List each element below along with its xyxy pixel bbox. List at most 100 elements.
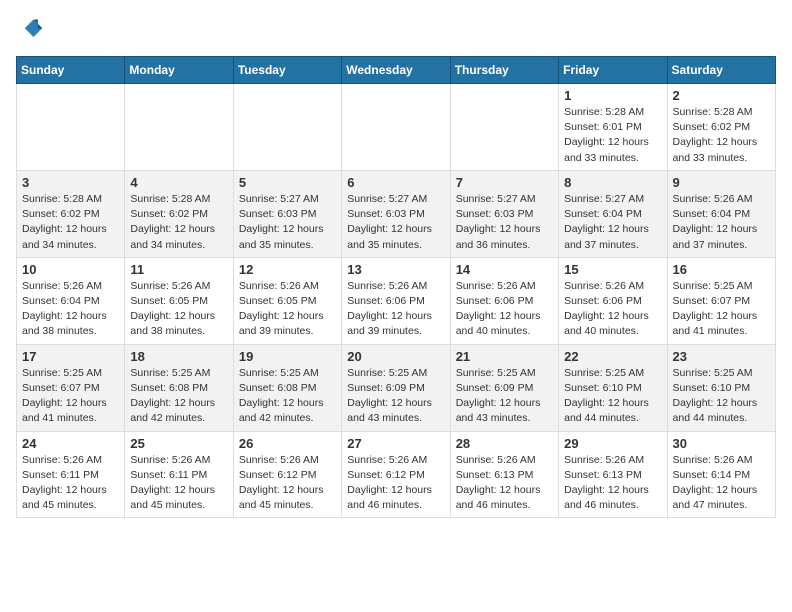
day-info: Sunrise: 5:26 AMSunset: 6:12 PMDaylight:… [239,453,336,514]
calendar-cell: 12 Sunrise: 5:26 AMSunset: 6:05 PMDayligh… [233,257,341,344]
day-info: Sunrise: 5:28 AMSunset: 6:01 PMDaylight:… [564,105,661,166]
calendar-cell: 24 Sunrise: 5:26 AMSunset: 6:11 PMDayligh… [17,431,125,518]
calendar-cell: 17Sunrise: 5:25 AMSunset: 6:07 PMDayligh… [17,344,125,431]
day-number: 28 [456,436,553,451]
day-number: 22 [564,349,661,364]
day-number: 21 [456,349,553,364]
day-info: Sunrise: 5:26 AMSunset: 6:13 PMDaylight:… [564,453,661,514]
day-info: Sunrise: 5:26 AMSunset: 6:05 PMDaylight:… [130,279,227,340]
calendar-cell: 23 Sunrise: 5:25 AMSunset: 6:10 PMDayligh… [667,344,775,431]
calendar-cell: 9 Sunrise: 5:26 AMSunset: 6:04 PMDaylight… [667,170,775,257]
day-info: Sunrise: 5:28 AMSunset: 6:02 PMDaylight:… [673,105,770,166]
weekday-header-tuesday: Tuesday [233,57,341,84]
day-info: Sunrise: 5:26 AMSunset: 6:13 PMDaylight:… [456,453,553,514]
calendar-cell: 21 Sunrise: 5:25 AMSunset: 6:09 PMDayligh… [450,344,558,431]
day-number: 18 [130,349,227,364]
day-number: 3 [22,175,119,190]
day-number: 11 [130,262,227,277]
day-info: Sunrise: 5:27 AMSunset: 6:04 PMDaylight:… [564,192,661,253]
day-number: 29 [564,436,661,451]
page-header [16,16,776,44]
day-number: 30 [673,436,770,451]
day-number: 19 [239,349,336,364]
day-number: 16 [673,262,770,277]
day-info: Sunrise: 5:26 AMSunset: 6:11 PMDaylight:… [22,453,119,514]
weekday-header-thursday: Thursday [450,57,558,84]
calendar-cell: 29 Sunrise: 5:26 AMSunset: 6:13 PMDayligh… [559,431,667,518]
calendar-cell [450,84,558,171]
day-number: 27 [347,436,444,451]
calendar-cell: 1 Sunrise: 5:28 AMSunset: 6:01 PMDaylight… [559,84,667,171]
day-info: Sunrise: 5:25 AMSunset: 6:08 PMDaylight:… [130,366,227,427]
week-row-5: 24 Sunrise: 5:26 AMSunset: 6:11 PMDayligh… [17,431,776,518]
week-row-4: 17Sunrise: 5:25 AMSunset: 6:07 PMDayligh… [17,344,776,431]
day-number: 6 [347,175,444,190]
weekday-header-monday: Monday [125,57,233,84]
calendar: SundayMondayTuesdayWednesdayThursdayFrid… [16,56,776,518]
calendar-cell: 6 Sunrise: 5:27 AMSunset: 6:03 PMDaylight… [342,170,450,257]
calendar-cell: 30 Sunrise: 5:26 AMSunset: 6:14 PMDayligh… [667,431,775,518]
day-info: Sunrise: 5:25 AMSunset: 6:08 PMDaylight:… [239,366,336,427]
day-number: 2 [673,88,770,103]
calendar-cell: 2 Sunrise: 5:28 AMSunset: 6:02 PMDaylight… [667,84,775,171]
calendar-cell: 10 Sunrise: 5:26 AMSunset: 6:04 PMDayligh… [17,257,125,344]
calendar-cell: 8 Sunrise: 5:27 AMSunset: 6:04 PMDaylight… [559,170,667,257]
day-number: 10 [22,262,119,277]
day-number: 26 [239,436,336,451]
logo-icon [16,16,44,44]
weekday-header-friday: Friday [559,57,667,84]
day-info: Sunrise: 5:26 AMSunset: 6:14 PMDaylight:… [673,453,770,514]
day-number: 14 [456,262,553,277]
weekday-header-sunday: Sunday [17,57,125,84]
calendar-cell [125,84,233,171]
day-number: 12 [239,262,336,277]
day-info: Sunrise: 5:25 AMSunset: 6:10 PMDaylight:… [673,366,770,427]
day-info: Sunrise: 5:26 AMSunset: 6:11 PMDaylight:… [130,453,227,514]
day-info: Sunrise: 5:26 AMSunset: 6:06 PMDaylight:… [347,279,444,340]
week-row-2: 3 Sunrise: 5:28 AMSunset: 6:02 PMDaylight… [17,170,776,257]
calendar-cell: 4Sunrise: 5:28 AMSunset: 6:02 PMDaylight… [125,170,233,257]
day-number: 9 [673,175,770,190]
weekday-header-row: SundayMondayTuesdayWednesdayThursdayFrid… [17,57,776,84]
calendar-cell: 16 Sunrise: 5:25 AMSunset: 6:07 PMDayligh… [667,257,775,344]
calendar-cell [233,84,341,171]
day-number: 20 [347,349,444,364]
calendar-cell: 27 Sunrise: 5:26 AMSunset: 6:12 PMDayligh… [342,431,450,518]
day-info: Sunrise: 5:25 AMSunset: 6:10 PMDaylight:… [564,366,661,427]
calendar-cell: 5Sunrise: 5:27 AMSunset: 6:03 PMDaylight… [233,170,341,257]
calendar-cell: 20 Sunrise: 5:25 AMSunset: 6:09 PMDayligh… [342,344,450,431]
calendar-cell: 26 Sunrise: 5:26 AMSunset: 6:12 PMDayligh… [233,431,341,518]
day-info: Sunrise: 5:25 AMSunset: 6:07 PMDaylight:… [22,366,119,427]
day-info: Sunrise: 5:27 AMSunset: 6:03 PMDaylight:… [347,192,444,253]
day-number: 25 [130,436,227,451]
day-info: Sunrise: 5:26 AMSunset: 6:05 PMDaylight:… [239,279,336,340]
day-info: Sunrise: 5:26 AMSunset: 6:06 PMDaylight:… [564,279,661,340]
calendar-cell: 25 Sunrise: 5:26 AMSunset: 6:11 PMDayligh… [125,431,233,518]
week-row-3: 10 Sunrise: 5:26 AMSunset: 6:04 PMDayligh… [17,257,776,344]
day-number: 15 [564,262,661,277]
calendar-cell: 18 Sunrise: 5:25 AMSunset: 6:08 PMDayligh… [125,344,233,431]
day-info: Sunrise: 5:25 AMSunset: 6:09 PMDaylight:… [456,366,553,427]
calendar-cell: 15 Sunrise: 5:26 AMSunset: 6:06 PMDayligh… [559,257,667,344]
day-number: 8 [564,175,661,190]
day-number: 7 [456,175,553,190]
calendar-cell: 11 Sunrise: 5:26 AMSunset: 6:05 PMDayligh… [125,257,233,344]
calendar-cell: 13 Sunrise: 5:26 AMSunset: 6:06 PMDayligh… [342,257,450,344]
day-info: Sunrise: 5:26 AMSunset: 6:04 PMDaylight:… [673,192,770,253]
calendar-cell: 22 Sunrise: 5:25 AMSunset: 6:10 PMDayligh… [559,344,667,431]
day-info: Sunrise: 5:26 AMSunset: 6:06 PMDaylight:… [456,279,553,340]
day-number: 24 [22,436,119,451]
calendar-cell: 19 Sunrise: 5:25 AMSunset: 6:08 PMDayligh… [233,344,341,431]
day-info: Sunrise: 5:28 AMSunset: 6:02 PMDaylight:… [22,192,119,253]
day-number: 5 [239,175,336,190]
day-info: Sunrise: 5:25 AMSunset: 6:07 PMDaylight:… [673,279,770,340]
day-info: Sunrise: 5:26 AMSunset: 6:12 PMDaylight:… [347,453,444,514]
weekday-header-saturday: Saturday [667,57,775,84]
day-number: 23 [673,349,770,364]
calendar-cell [17,84,125,171]
calendar-cell [342,84,450,171]
day-number: 13 [347,262,444,277]
day-info: Sunrise: 5:25 AMSunset: 6:09 PMDaylight:… [347,366,444,427]
day-info: Sunrise: 5:26 AMSunset: 6:04 PMDaylight:… [22,279,119,340]
day-number: 1 [564,88,661,103]
